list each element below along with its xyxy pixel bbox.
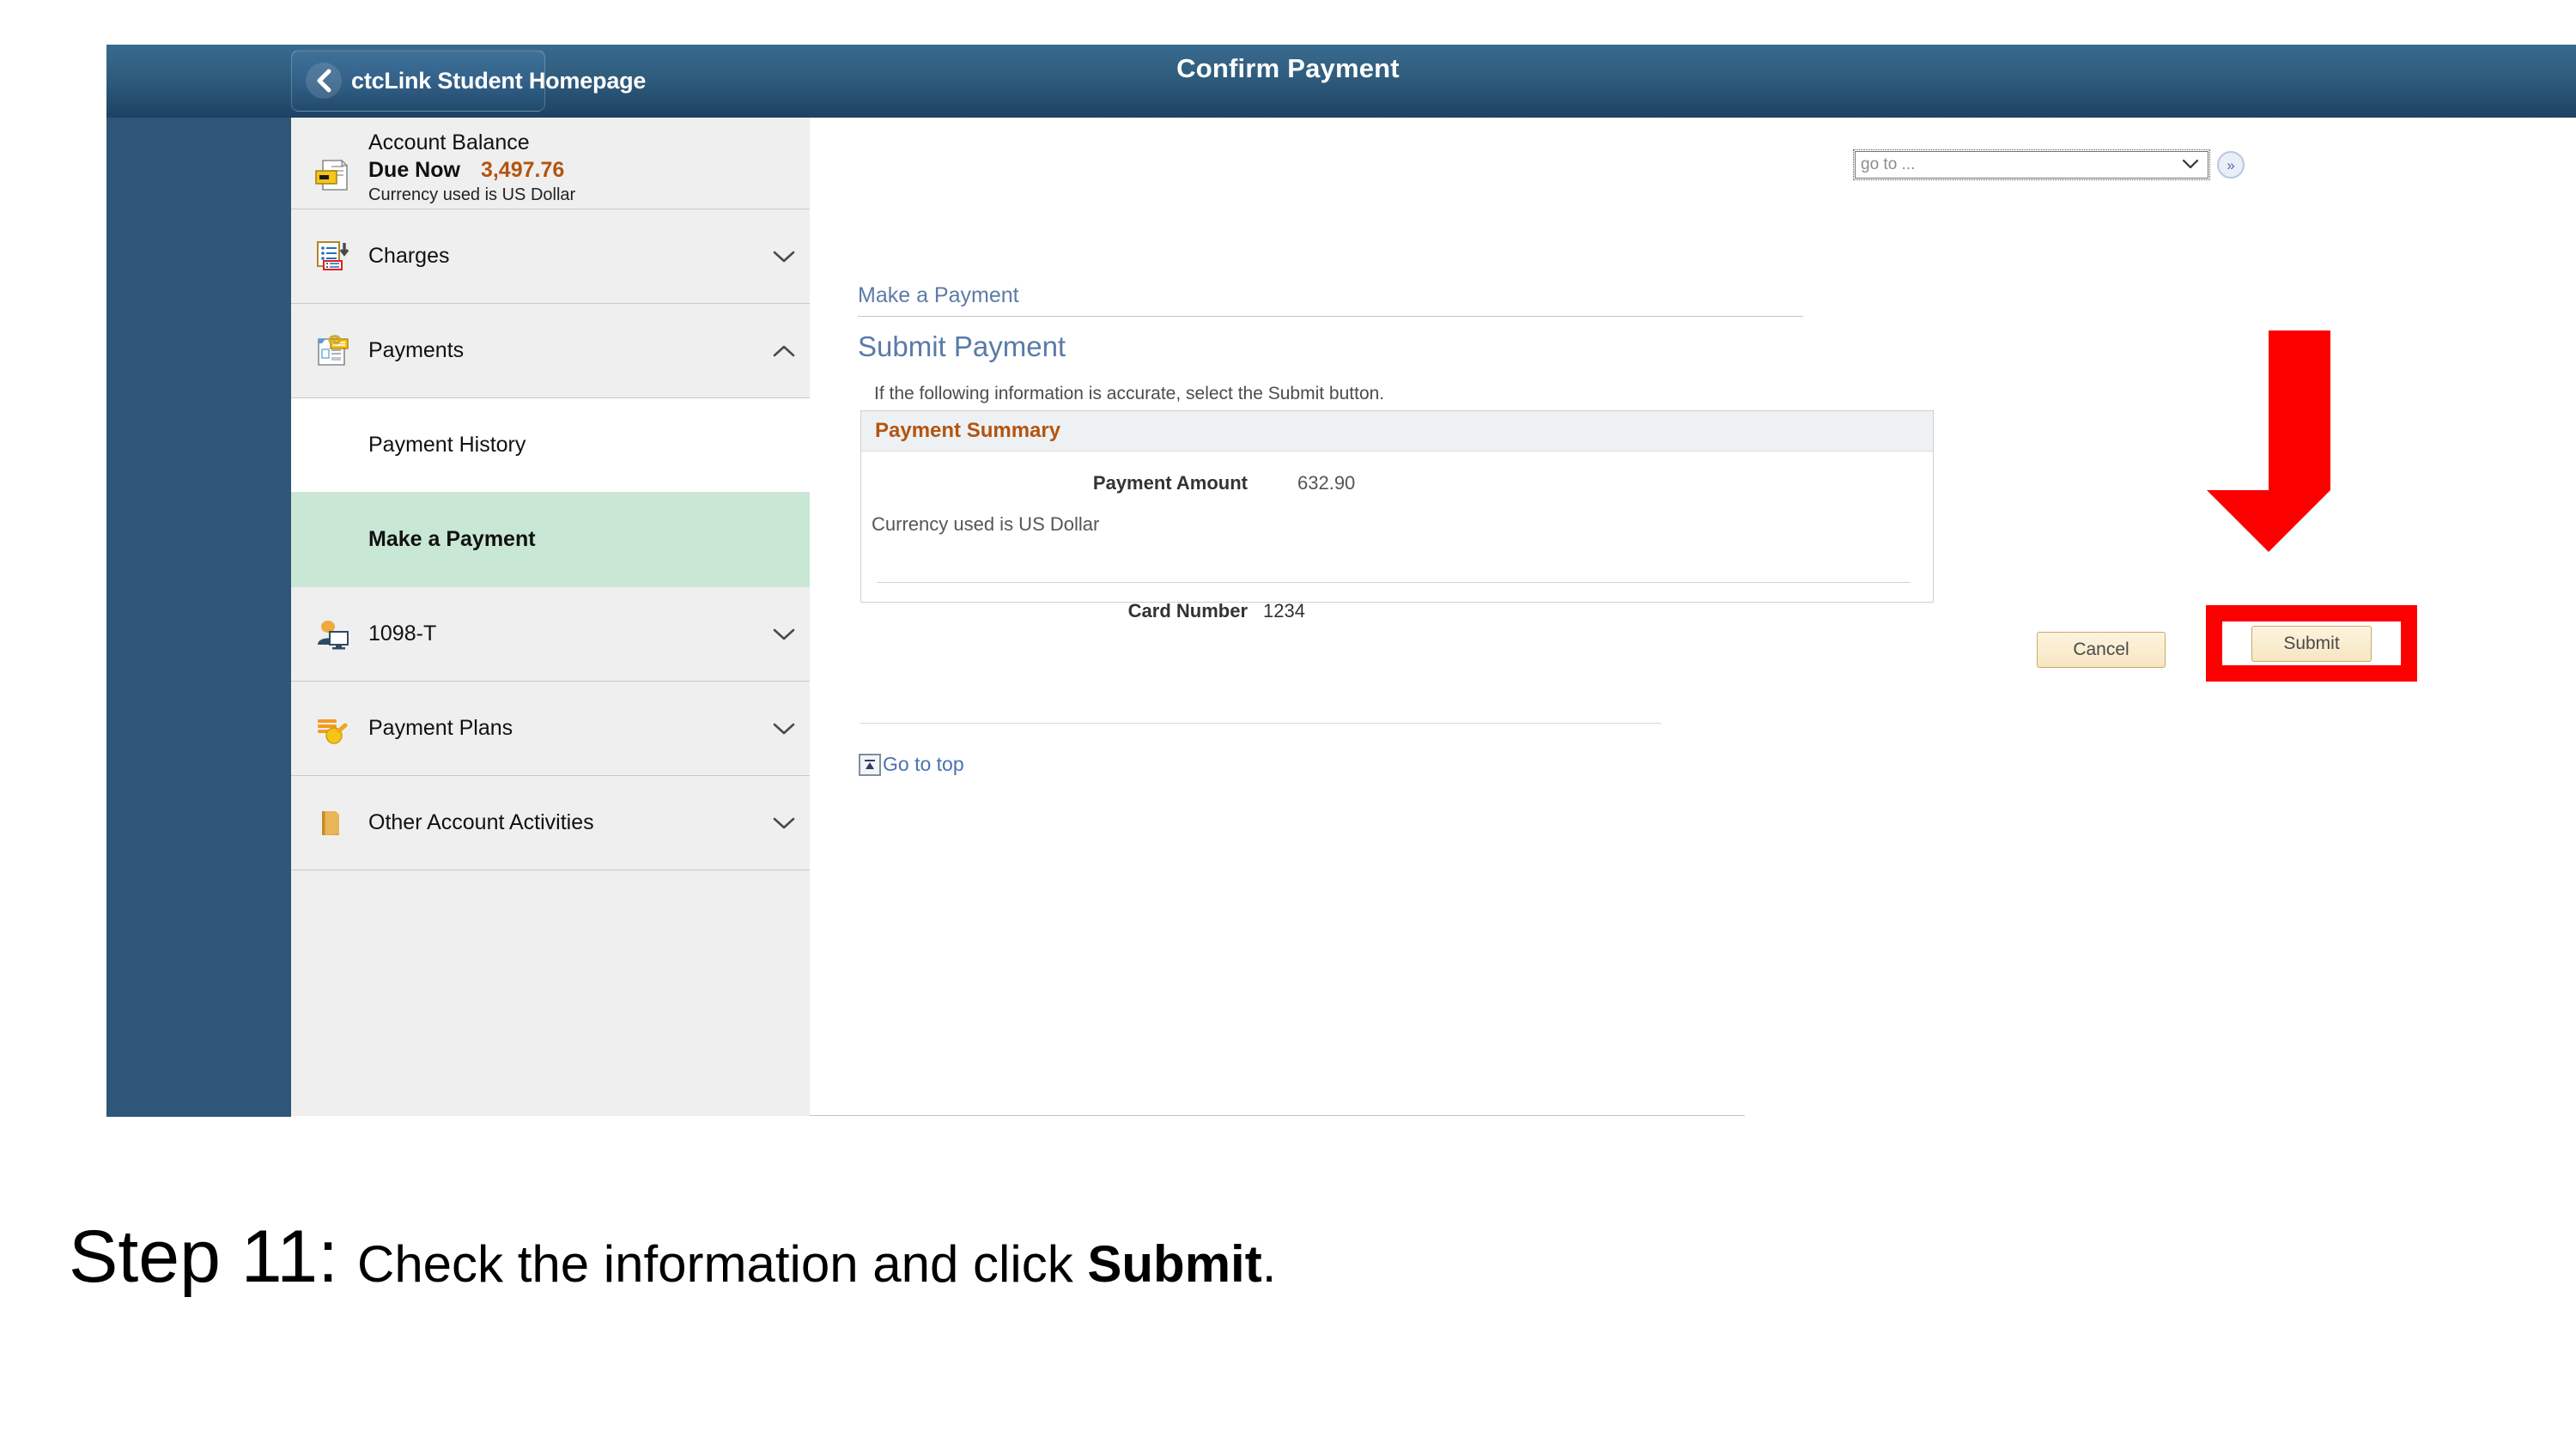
sidebar-subitem-make-a-payment[interactable]: Make a Payment — [291, 493, 810, 587]
payments-document-icon — [308, 332, 356, 370]
page-title: Confirm Payment — [1176, 53, 1400, 83]
sidebar-subitem-label: Make a Payment — [368, 527, 536, 551]
person-monitor-icon — [308, 615, 356, 653]
breadcrumb-link-make-a-payment[interactable]: Make a Payment — [858, 283, 1019, 307]
action-buttons: Cancel — [2037, 632, 2166, 668]
account-balance-title: Account Balance — [368, 130, 530, 155]
step-caption-text: Check the information and click Submit. — [357, 1234, 1276, 1294]
double-chevron-right-icon: » — [2227, 156, 2235, 173]
chevron-down-icon[interactable] — [758, 816, 810, 830]
left-rail — [106, 45, 291, 1117]
go-to-top-label: Go to top — [883, 753, 964, 775]
submit-highlight-box: Submit — [2206, 605, 2417, 682]
content-bottom-divider — [860, 723, 1662, 724]
breadcrumb: Make a Payment — [858, 283, 1803, 317]
step-caption-number: Step 11: — [69, 1216, 338, 1298]
coins-icon — [308, 710, 356, 748]
chevron-down-icon — [2182, 155, 2199, 174]
sidebar-item-other-account-activities[interactable]: Other Account Activities — [291, 776, 810, 870]
card-number-label: Card Number — [1127, 600, 1248, 621]
chevron-down-icon[interactable] — [758, 722, 810, 736]
step-caption-body: Check the information and click — [356, 1235, 1088, 1293]
payment-amount-value: 632.90 — [1297, 472, 1356, 494]
payment-amount-row: Payment Amount 632.90 — [861, 472, 1933, 494]
payment-summary-body: Payment Amount 632.90 Currency used is U… — [861, 452, 1933, 621]
go-to-control-group: go to ... » — [1853, 149, 2245, 180]
payment-summary-header: Payment Summary — [861, 411, 1933, 452]
sidebar-item-1098t[interactable]: 1098-T — [291, 587, 810, 682]
go-to-top-link[interactable]: Go to top — [859, 753, 964, 776]
card-number-row: Card Number 1234 — [861, 600, 1933, 622]
account-balance-summary: Account Balance Due Now 3,497.76 Currenc… — [291, 118, 810, 209]
sidebar-subitem-label: Payment History — [368, 433, 526, 457]
submit-button[interactable]: Submit — [2251, 625, 2372, 662]
sidebar-filler — [291, 870, 810, 1025]
sidebar-item-charges[interactable]: Charges — [291, 209, 810, 304]
chevron-down-icon[interactable] — [758, 627, 810, 641]
down-arrow-annotation — [2207, 330, 2330, 552]
account-balance-document-icon — [308, 130, 356, 209]
payment-amount-label: Payment Amount — [1092, 472, 1248, 494]
go-to-selected-value: go to ... — [1861, 155, 1916, 173]
chevron-up-icon[interactable] — [758, 344, 810, 358]
charges-list-icon — [308, 238, 356, 276]
step-caption-emphasis: Submit — [1087, 1235, 1262, 1293]
sidebar-item-label: 1098-T — [368, 621, 437, 646]
go-to-forward-button[interactable]: » — [2217, 151, 2245, 179]
step-caption-period: . — [1261, 1235, 1277, 1293]
sidebar-item-payment-plans[interactable]: Payment Plans — [291, 682, 810, 776]
card-number-value: 1234 — [1263, 600, 1305, 621]
summary-inner-divider — [877, 582, 1911, 583]
sidebar-subitem-payment-history[interactable]: Payment History — [291, 398, 810, 493]
sidebar-item-payments[interactable]: Payments — [291, 304, 810, 398]
chevron-down-icon[interactable] — [758, 250, 810, 264]
helper-text: If the following information is accurate… — [874, 384, 1385, 403]
sidebar-item-label: Payments — [368, 338, 465, 362]
arrow-head — [2207, 490, 2330, 552]
arrow-shaft — [2269, 330, 2330, 490]
section-title: Submit Payment — [858, 330, 1066, 362]
screenshot-root: ctcLink Student Homepage Confirm Payment… — [0, 0, 2576, 1449]
folder-icon — [308, 804, 356, 842]
balance-currency-note: Currency used is US Dollar — [368, 185, 576, 205]
sidebar-item-label: Payment Plans — [368, 716, 513, 740]
summary-currency-note: Currency used is US Dollar — [872, 513, 1100, 535]
payment-summary-box: Payment Summary Payment Amount 632.90 Cu… — [860, 410, 1934, 621]
go-to-select[interactable]: go to ... — [1853, 149, 2210, 180]
go-to-top-icon — [859, 753, 881, 776]
cancel-button[interactable]: Cancel — [2037, 632, 2166, 668]
due-now-amount: 3,497.76 — [480, 158, 565, 183]
due-now-label: Due Now — [368, 158, 460, 183]
step-caption: Step 11: Check the information and click… — [69, 1215, 1276, 1300]
sidebar: Account Balance Due Now 3,497.76 Currenc… — [291, 118, 810, 1116]
breadcrumb-divider — [858, 316, 1803, 317]
sidebar-item-label: Charges — [368, 244, 450, 268]
sidebar-item-label: Other Account Activities — [368, 810, 594, 834]
